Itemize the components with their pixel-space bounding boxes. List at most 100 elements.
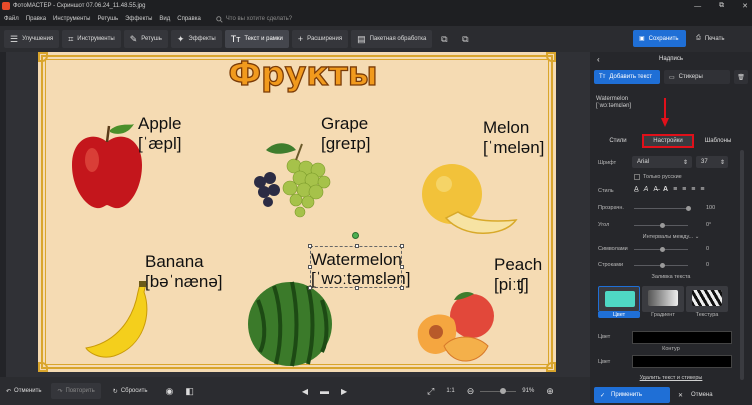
prev-photo-icon[interactable]: ◀ bbox=[296, 383, 314, 399]
align-left-button[interactable]: ≡ bbox=[673, 186, 677, 193]
tab-effects[interactable]: ✦ Эффекты bbox=[170, 30, 222, 48]
text-icon: Tт bbox=[599, 74, 606, 80]
delete-text-link[interactable]: Удалить текст и стикеры bbox=[590, 375, 752, 381]
peach-word: Peach bbox=[494, 255, 543, 274]
align-right-button[interactable]: ≡ bbox=[691, 186, 695, 193]
close-icon[interactable]: ✕ bbox=[742, 2, 748, 10]
zoom-out-icon[interactable]: ⊖ bbox=[461, 383, 481, 399]
settings-subtab[interactable]: Настройки bbox=[642, 134, 694, 148]
undo-button[interactable]: ↶ Отменить bbox=[0, 383, 47, 399]
restore-icon[interactable]: ⧉ bbox=[719, 2, 724, 10]
back-arrow-icon[interactable]: ‹ bbox=[597, 55, 600, 64]
styles-subtab[interactable]: Стили bbox=[594, 136, 642, 146]
resize-handle[interactable] bbox=[355, 244, 359, 248]
tab-enhance[interactable]: ☰ Улучшения bbox=[4, 30, 60, 48]
symbols-knob[interactable] bbox=[660, 247, 665, 252]
zoom-in-icon[interactable]: ⊕ bbox=[540, 383, 560, 399]
menu-file[interactable]: Файл bbox=[4, 16, 19, 22]
print-label: Печать bbox=[704, 35, 725, 42]
cancel-button[interactable]: ✕ Отмена bbox=[678, 387, 713, 403]
search-icon bbox=[216, 15, 223, 23]
photo-canvas[interactable]: Фрукты Apple [ˈæpl] Grape [greɪp] Melon … bbox=[38, 52, 556, 372]
align-center-button[interactable]: ≡ bbox=[682, 186, 686, 193]
search-box[interactable]: Что вы хотите сделать? bbox=[216, 15, 292, 23]
tab-retouch[interactable]: ✎ Ретушь bbox=[123, 30, 168, 48]
bold-button[interactable]: A bbox=[663, 186, 668, 193]
lines-knob[interactable] bbox=[660, 263, 665, 268]
tab-label: Инструменты bbox=[77, 36, 115, 42]
compare-icon[interactable]: ◧ bbox=[179, 383, 200, 399]
intervals-toggle[interactable]: Интервалы между... ⌄ bbox=[590, 234, 752, 240]
align-justify-button[interactable]: ≡ bbox=[700, 186, 704, 193]
tab-batch[interactable]: ▤ Пакетная обработка bbox=[351, 30, 433, 48]
color-swatch bbox=[605, 291, 635, 307]
resize-handle[interactable] bbox=[400, 244, 404, 248]
resize-handle[interactable] bbox=[308, 244, 312, 248]
menu-view[interactable]: Вид bbox=[159, 16, 170, 22]
folder-icon[interactable]: ▬ bbox=[314, 383, 335, 399]
templates-subtab[interactable]: Шаблоны bbox=[694, 136, 742, 146]
bottom-bar: ↶ Отменить ↷ Повторить ↻ Сбросить ◉ ◧ ◀ ▬ ▶… bbox=[0, 377, 590, 405]
compare-before-icon[interactable]: ⧉ bbox=[435, 30, 453, 48]
opacity-knob[interactable] bbox=[686, 206, 691, 211]
fill-color-picker[interactable] bbox=[632, 331, 732, 344]
redo-button[interactable]: ↷ Повторить bbox=[51, 383, 101, 399]
peach-image bbox=[417, 292, 494, 362]
fill-color-option[interactable] bbox=[598, 286, 640, 312]
watermelon-word[interactable]: Watermelon bbox=[311, 250, 402, 269]
underline-button[interactable]: A̲ bbox=[634, 186, 639, 193]
fill-gradient-option[interactable] bbox=[642, 286, 684, 312]
angle-knob[interactable] bbox=[660, 223, 665, 228]
rotate-handle[interactable] bbox=[352, 232, 359, 239]
fill-texture-option[interactable] bbox=[686, 286, 728, 312]
banana-image bbox=[85, 281, 148, 358]
tab-expand[interactable]: + Расширения bbox=[291, 30, 349, 48]
strikethrough-button[interactable]: A̶ bbox=[653, 186, 658, 193]
chevron-down-icon: ⌄ bbox=[694, 234, 700, 240]
preview-eye-icon[interactable]: ◉ bbox=[159, 383, 179, 399]
gradient-swatch bbox=[648, 290, 678, 306]
tab-label: Улучшения bbox=[22, 36, 54, 42]
outline-color-picker[interactable] bbox=[632, 355, 732, 368]
intervals-label: Интервалы между... bbox=[642, 234, 694, 240]
outline-color-label: Цвет bbox=[598, 359, 611, 365]
fit-screen-icon[interactable]: ⤢ bbox=[421, 383, 440, 399]
search-input[interactable]: Что вы хотите сделать? bbox=[226, 16, 292, 22]
stickers-tab[interactable]: ▭ Стикеры bbox=[664, 70, 730, 84]
panel-footer: ✓ Применить ✕ Отмена bbox=[590, 385, 752, 405]
font-size-input[interactable]: 37 ⇕ bbox=[696, 156, 728, 168]
menu-retouch[interactable]: Ретушь bbox=[97, 16, 118, 22]
watermelon-transcription[interactable]: [ˈwɔːtəmɛlən] bbox=[311, 269, 410, 288]
print-button[interactable]: ⎙ Печать bbox=[696, 30, 724, 47]
delete-icon[interactable]: 🗑 bbox=[734, 70, 748, 84]
save-button[interactable]: ▣ Сохранить bbox=[633, 30, 686, 47]
menu-tools[interactable]: Инструменты bbox=[53, 16, 90, 22]
compare-after-icon[interactable]: ⧉ bbox=[456, 30, 474, 48]
menu-help[interactable]: Справка bbox=[177, 16, 201, 22]
reset-button[interactable]: ↻ Сбросить bbox=[107, 383, 154, 399]
printer-icon: ⎙ bbox=[696, 35, 701, 41]
batch-icon: ▤ bbox=[357, 33, 366, 44]
apply-button[interactable]: ✓ Применить bbox=[594, 387, 670, 403]
tab-text-frames[interactable]: Tт Текст и рамки bbox=[224, 30, 289, 48]
menu-effects[interactable]: Эффекты bbox=[125, 16, 152, 22]
add-text-tab[interactable]: Tт Добавить текст bbox=[594, 70, 660, 84]
lines-value: 0 bbox=[706, 262, 710, 268]
font-select[interactable]: Arial ⇕ bbox=[632, 156, 692, 168]
text-layer-item[interactable]: Watermelon [ˈwɔːtəmɛlən] bbox=[596, 96, 631, 110]
only-russian-checkbox[interactable]: Только русские bbox=[634, 174, 682, 180]
menu-edit[interactable]: Правка bbox=[26, 16, 46, 22]
panel-subtabs: Стили Настройки Шаблоны bbox=[594, 134, 742, 148]
ratio-button[interactable]: 1:1 bbox=[440, 383, 460, 399]
tab-tools[interactable]: ⌗ Инструменты bbox=[62, 30, 121, 48]
minimize-icon[interactable]: — bbox=[694, 3, 701, 10]
next-photo-icon[interactable]: ▶ bbox=[335, 383, 353, 399]
italic-button[interactable]: A bbox=[644, 186, 649, 193]
magic-wand-icon: ✦ bbox=[176, 33, 185, 44]
style-label: Стиль bbox=[598, 188, 614, 194]
melon-word: Melon bbox=[483, 118, 530, 137]
panel-tabs: Tт Добавить текст ▭ Стикеры 🗑 bbox=[594, 69, 748, 85]
checkbox-label: Только русские bbox=[643, 174, 682, 180]
opacity-slider[interactable] bbox=[634, 208, 688, 209]
zoom-slider[interactable] bbox=[480, 383, 517, 399]
